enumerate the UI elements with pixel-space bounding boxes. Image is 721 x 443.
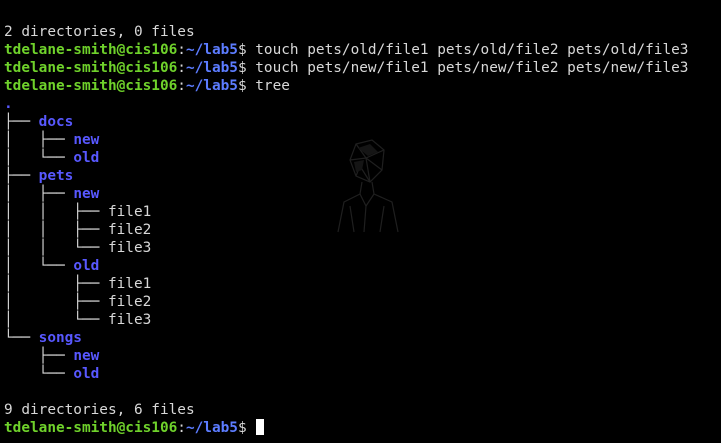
command-text: touch pets/old/file1 pets/old/file2 pets… — [246, 42, 689, 58]
prompt-colon: : — [177, 420, 186, 436]
tree-branch: └── — [4, 330, 39, 346]
prompt-colon: : — [177, 42, 186, 58]
tree-branch: │ └── — [4, 258, 74, 274]
tree-entry: │ └── old — [4, 257, 688, 275]
prompt-path: ~/lab5 — [185, 420, 238, 436]
tree-dir-name: new — [73, 132, 100, 148]
tree-branch: ├── — [4, 168, 39, 184]
tree-dir-name: new — [73, 186, 100, 202]
tree-file-name: file2 — [107, 294, 152, 310]
prompt-path: ~/lab5 — [185, 60, 238, 76]
tree-branch: └── — [4, 366, 74, 382]
prompt-symbol: $ — [237, 78, 247, 94]
terminal-active-prompt[interactable]: tdelane-smith@cis106:~/lab5$ — [4, 419, 688, 437]
tree-entry: │ ├── new — [4, 131, 688, 149]
tree-entry: ├── docs — [4, 113, 688, 131]
summary-text: 2 directories, 0 files — [4, 24, 195, 40]
tree-file-name: file2 — [107, 222, 152, 238]
terminal-line: 9 directories, 6 files — [4, 401, 688, 419]
prompt-user-host: tdelane-smith@cis106 — [4, 420, 178, 436]
tree-branch: │ └── — [4, 312, 108, 328]
prompt-user-host: tdelane-smith@cis106 — [4, 78, 178, 94]
terminal-window[interactable]: 2 directories, 0 files tdelane-smith@cis… — [0, 0, 721, 443]
prompt-colon: : — [177, 60, 186, 76]
tree-branch: │ │ ├── — [4, 204, 108, 220]
tree-dir-name: songs — [38, 330, 82, 346]
terminal-prompt-line: tdelane-smith@cis106:~/lab5$ touch pets/… — [4, 41, 688, 59]
tree-dir-name: old — [73, 366, 100, 382]
tree-dir-name: old — [73, 258, 100, 274]
tree-dir-name: pets — [38, 168, 74, 184]
tree-entry: ├── pets — [4, 167, 688, 185]
text-cursor — [256, 419, 265, 435]
tree-entry: ├── new — [4, 347, 688, 365]
tree-entry: │ ├── file2 — [4, 293, 688, 311]
prompt-user-host: tdelane-smith@cis106 — [4, 60, 178, 76]
tree-dir-name: . — [4, 96, 13, 112]
tree-branch: │ ├── — [4, 276, 108, 292]
tree-dir-name: old — [73, 150, 100, 166]
tree-entry: │ │ ├── file1 — [4, 203, 688, 221]
prompt-path: ~/lab5 — [185, 78, 238, 94]
prompt-symbol: $ — [237, 60, 247, 76]
terminal-prompt-line: tdelane-smith@cis106:~/lab5$ tree — [4, 77, 688, 95]
tree-entry: │ ├── file1 — [4, 275, 688, 293]
tree-entry: │ │ ├── file2 — [4, 221, 688, 239]
tree-entry: └── old — [4, 365, 688, 383]
prompt-symbol: $ — [237, 420, 247, 436]
prompt-symbol: $ — [237, 42, 247, 58]
prompt-colon: : — [177, 78, 186, 94]
tree-entry: │ ├── new — [4, 185, 688, 203]
tree-branch: │ ├── — [4, 186, 74, 202]
tree-file-name: file1 — [107, 276, 152, 292]
tree-branch: ├── — [4, 114, 39, 130]
terminal-prompt-line: tdelane-smith@cis106:~/lab5$ touch pets/… — [4, 59, 688, 77]
tree-file-name: file3 — [107, 312, 152, 328]
prompt-path: ~/lab5 — [185, 42, 238, 58]
tree-entry: │ │ └── file3 — [4, 239, 688, 257]
tree-entry: └── songs — [4, 329, 688, 347]
tree-entry: │ └── file3 — [4, 311, 688, 329]
command-input[interactable] — [247, 420, 256, 436]
summary-text: 9 directories, 6 files — [4, 402, 195, 418]
tree-branch: │ │ ├── — [4, 222, 108, 238]
terminal-line: 2 directories, 0 files — [4, 23, 688, 41]
tree-branch: ├── — [4, 348, 74, 364]
tree-file-name: file3 — [107, 240, 152, 256]
tree-root: . — [4, 95, 688, 113]
tree-branch: │ ├── — [4, 132, 74, 148]
command-text: tree — [246, 78, 290, 94]
terminal-output: 2 directories, 0 files tdelane-smith@cis… — [4, 23, 688, 437]
tree-branch: │ ├── — [4, 294, 108, 310]
tree-branch: │ └── — [4, 150, 74, 166]
tree-file-name: file1 — [107, 204, 152, 220]
command-text: touch pets/new/file1 pets/new/file2 pets… — [246, 60, 689, 76]
tree-entry: │ └── old — [4, 149, 688, 167]
tree-dir-name: docs — [38, 114, 74, 130]
tree-branch: │ │ └── — [4, 240, 108, 256]
tree-dir-name: new — [73, 348, 100, 364]
prompt-user-host: tdelane-smith@cis106 — [4, 42, 178, 58]
